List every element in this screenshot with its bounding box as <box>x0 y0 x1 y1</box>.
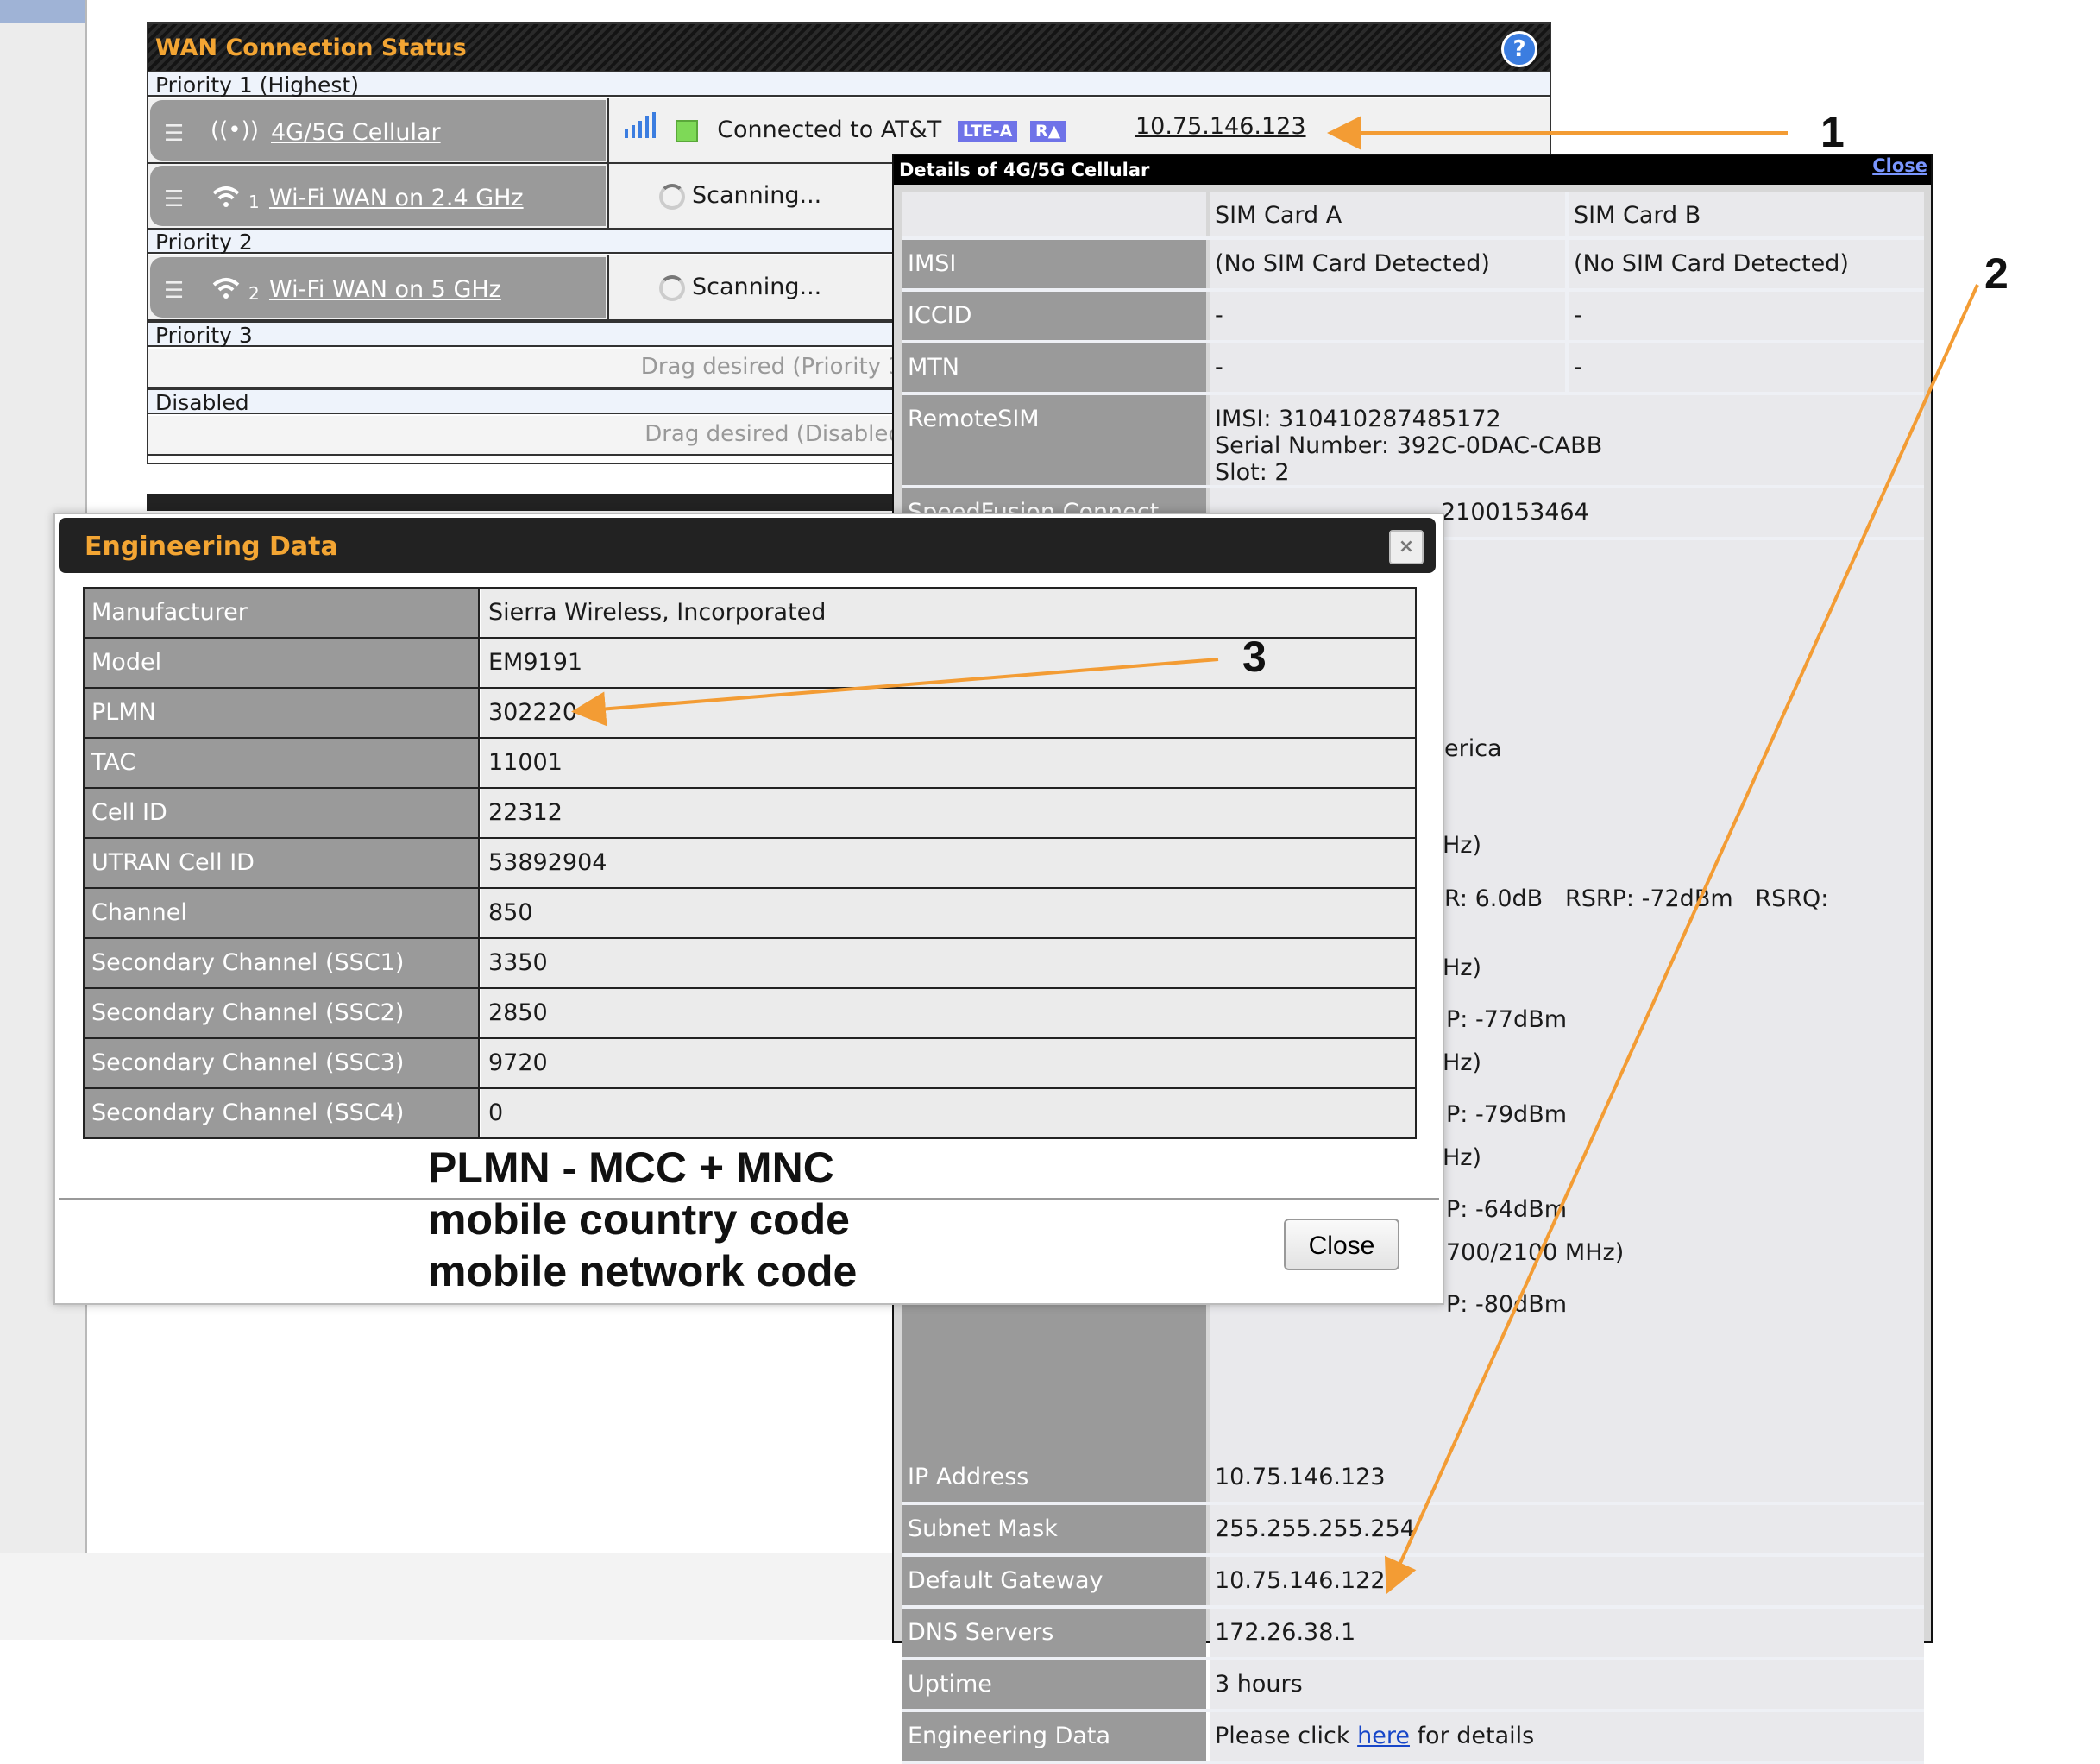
annotation-arrows <box>571 116 1979 1595</box>
uptime-row: Uptime 3 hours <box>902 1660 1924 1712</box>
uptime-value: 3 hours <box>1210 1660 1924 1709</box>
engineering-here-link[interactable]: here <box>1357 1723 1410 1749</box>
arrow-3 <box>571 658 1219 727</box>
engineering-data-value: Please click here for details <box>1210 1712 1924 1761</box>
engineering-suffix: for details <box>1409 1723 1535 1749</box>
annotation-marker-2: 2 <box>1984 249 2009 298</box>
arrow-2 <box>1384 284 1979 1595</box>
engineering-data-label: Engineering Data <box>902 1712 1206 1761</box>
annotation-marker-1: 1 <box>1820 108 1845 156</box>
annotation-marker-3: 3 <box>1242 633 1267 681</box>
uptime-label: Uptime <box>902 1660 1206 1709</box>
engineering-prefix: Please click <box>1215 1723 1358 1749</box>
engineering-data-row: Engineering Data Please click here for d… <box>902 1712 1924 1764</box>
